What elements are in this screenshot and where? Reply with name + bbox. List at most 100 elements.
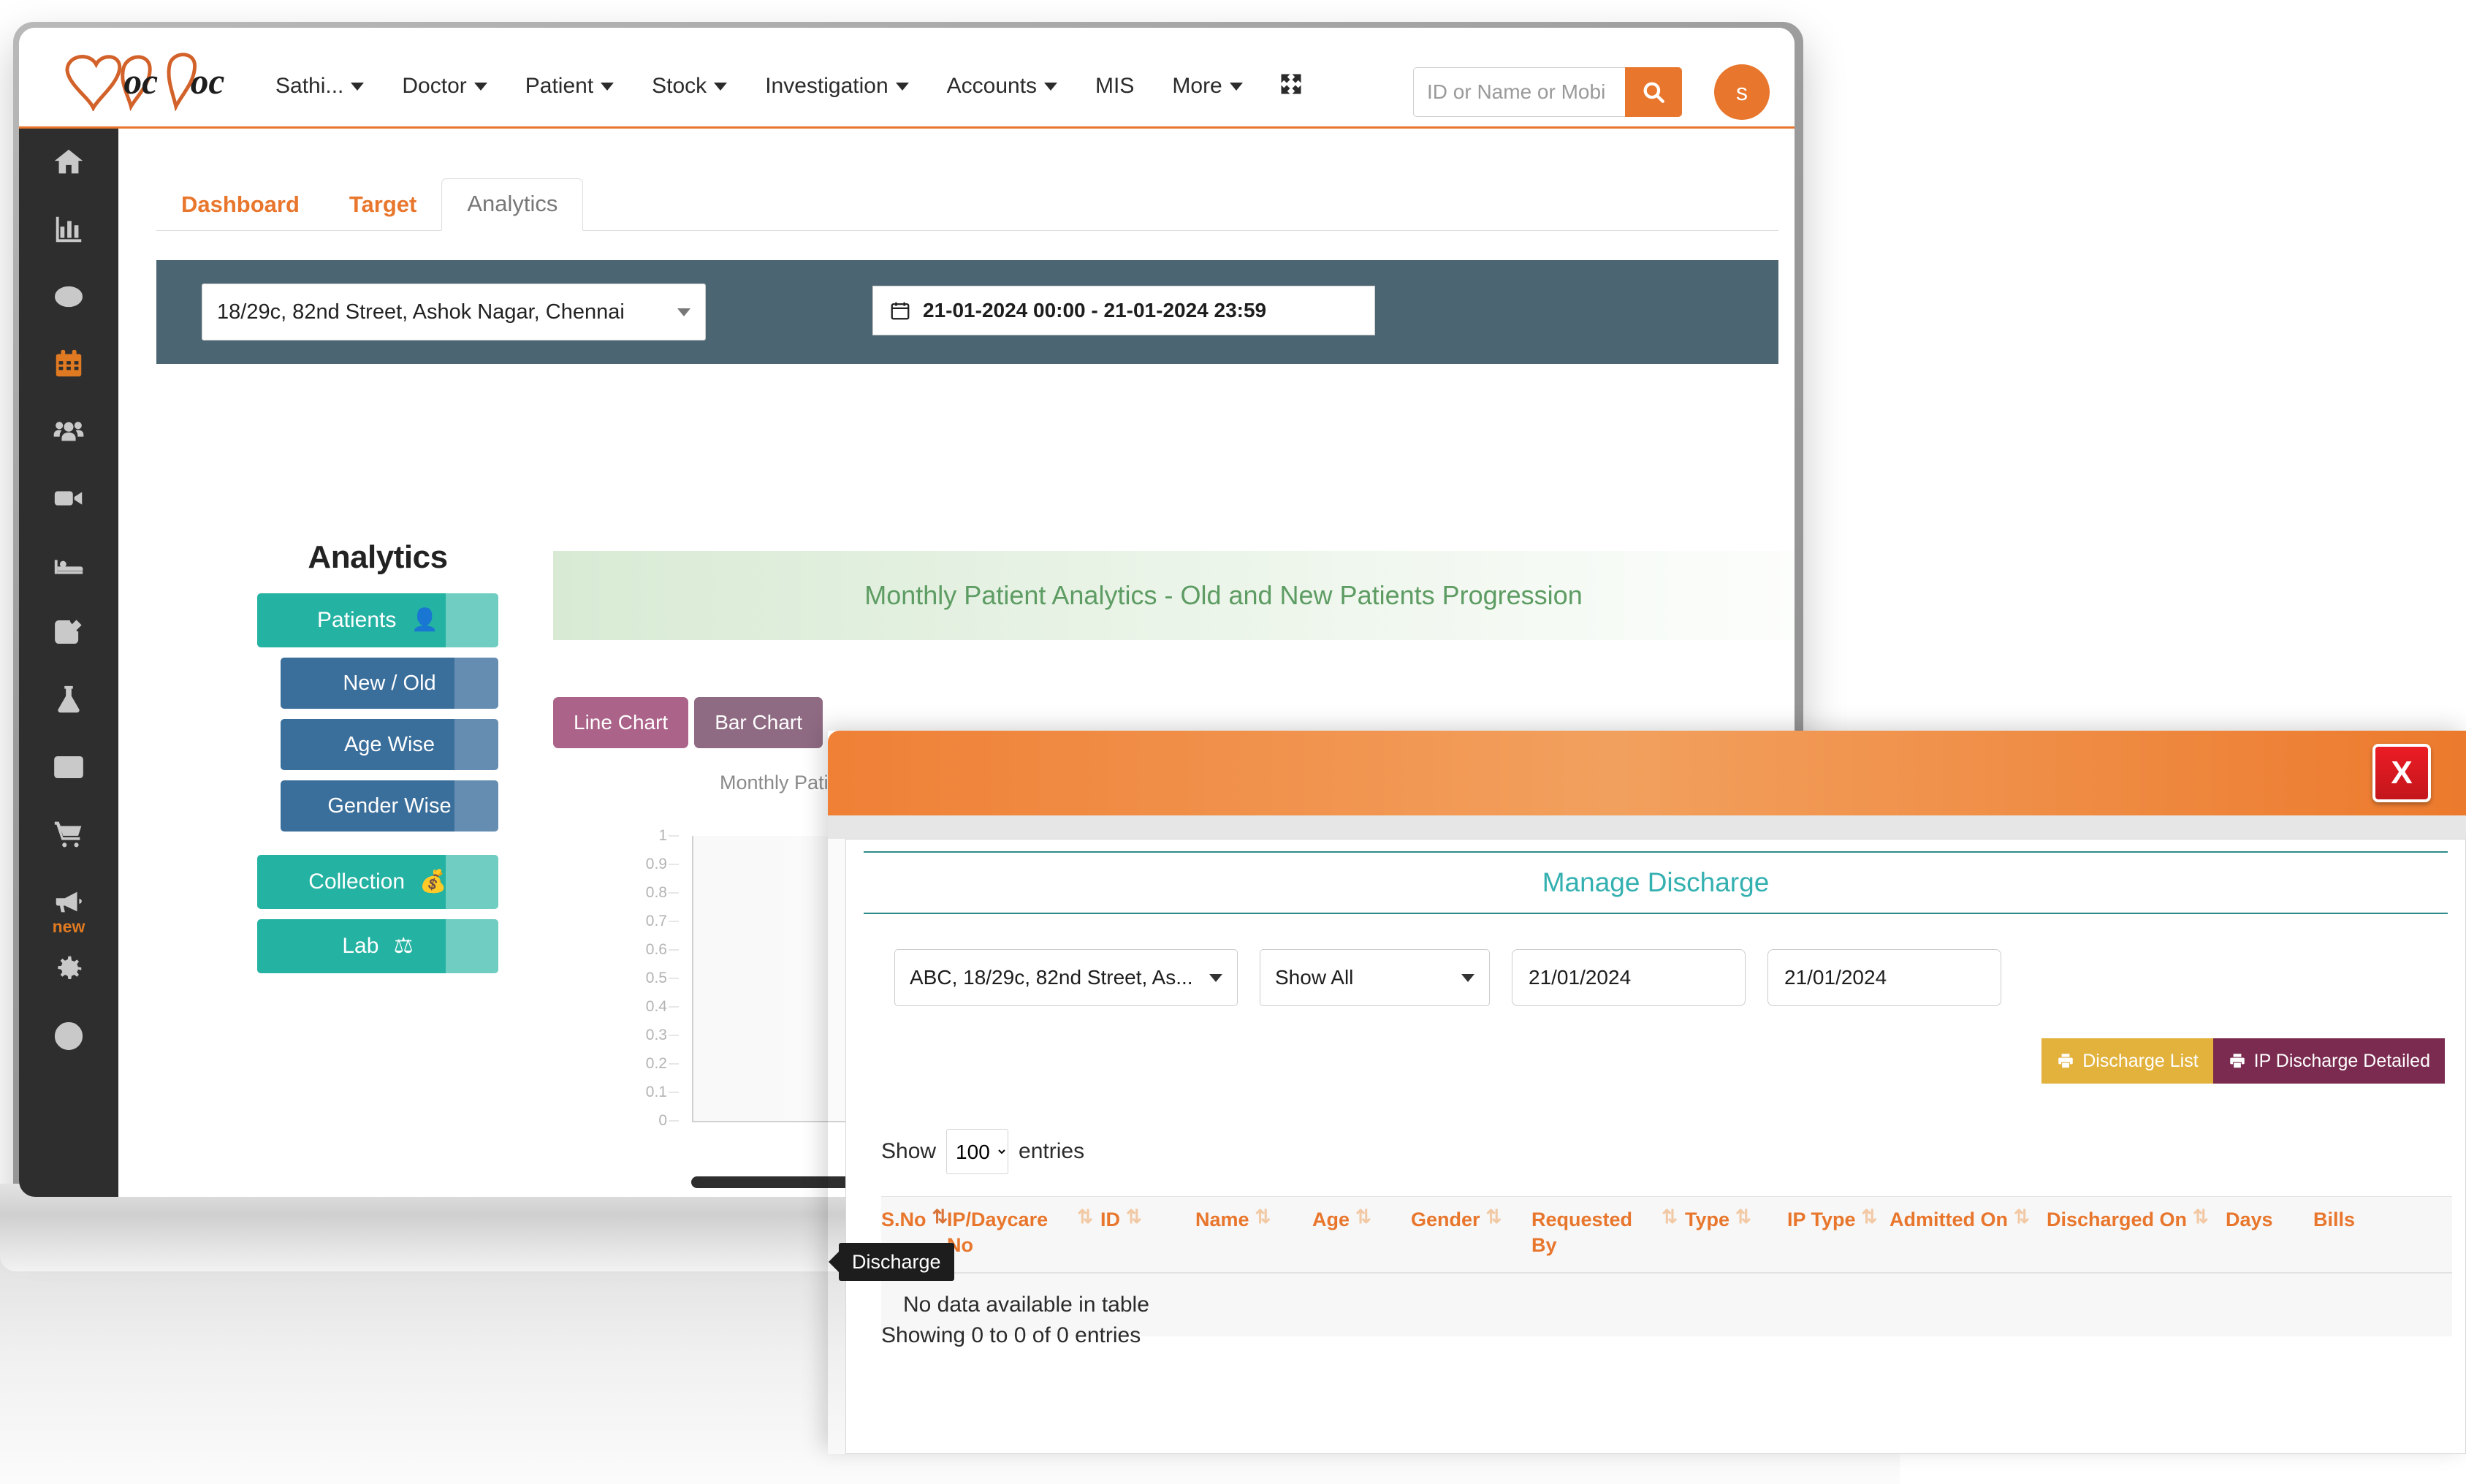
tab-target[interactable]: Target (324, 180, 441, 231)
nav-item-investigation[interactable]: Investigation (746, 74, 927, 99)
nav-item-mis[interactable]: MIS (1076, 74, 1153, 99)
rail-item-home[interactable] (19, 129, 118, 196)
nav-item-stock[interactable]: Stock (633, 74, 746, 99)
analytics-group-label: Collection (308, 870, 406, 894)
th-bills[interactable]: Bills (2313, 1197, 2394, 1272)
rail-badge-new: new (52, 917, 85, 936)
rail-item-pharmacy[interactable] (19, 801, 118, 868)
analytics-item-age-wise[interactable]: Age Wise (281, 719, 498, 770)
chevron-down-icon (351, 82, 365, 91)
nav-item-more[interactable]: More (1153, 74, 1261, 99)
y-tick: 0.2 (645, 1055, 667, 1072)
th-id[interactable]: ID ⇅ (1100, 1197, 1195, 1272)
nav-item-doctor[interactable]: Doctor (383, 74, 506, 99)
search-input[interactable] (1413, 67, 1625, 117)
chevron-down-icon (473, 82, 487, 91)
rail-item-gallery[interactable] (19, 734, 118, 801)
bar-chart-button[interactable]: Bar Chart (694, 697, 823, 748)
screenshot-root: oc oc Sathi... Doctor Patient Stock Inve… (0, 0, 2466, 1484)
analytics-group-lab[interactable]: Lab ⚖ (257, 919, 498, 973)
entries-per-page-select[interactable]: 10 25 50 100 (946, 1129, 1009, 1174)
date-range-picker[interactable]: 21-01-2024 00:00 - 21-01-2024 23:59 (872, 286, 1375, 335)
modal-title: Manage Discharge (864, 851, 2448, 914)
fullscreen-icon[interactable] (1278, 71, 1304, 102)
rail-item-lab[interactable] (19, 666, 118, 734)
location-select[interactable]: 18/29c, 82nd Street, Ashok Nagar, Chenna… (202, 284, 706, 340)
nav-item-accounts[interactable]: Accounts (928, 74, 1076, 99)
rail-item-notes[interactable] (19, 599, 118, 666)
sort-icon: ⇅ (1861, 1206, 1878, 1228)
tab-analytics[interactable]: Analytics (441, 178, 584, 231)
chevron-down-icon (1461, 973, 1474, 982)
th-days[interactable]: Days (2226, 1197, 2313, 1272)
tab-underline (156, 230, 1778, 231)
piggy-bank-icon: 💰 (419, 870, 447, 894)
th-label: IP/Daycare No (947, 1209, 1049, 1256)
th-name[interactable]: Name ⇅ (1195, 1197, 1312, 1272)
th-admitted-on[interactable]: Admitted On ⇅ (1890, 1197, 2047, 1272)
nav-item-sathi[interactable]: Sathi... (256, 74, 383, 99)
rail-item-beds[interactable] (19, 532, 118, 599)
left-rail: new (19, 129, 118, 1197)
th-gender[interactable]: Gender ⇅ (1411, 1197, 1531, 1272)
modal-from-date[interactable]: 21/01/2024 (1512, 949, 1746, 1006)
discharge-list-button[interactable]: Discharge List (2041, 1038, 2213, 1084)
rail-item-patients[interactable] (19, 397, 118, 465)
th-label: IP Type (1787, 1209, 1856, 1230)
sort-icon: ⇅ (2193, 1206, 2209, 1228)
calendar-icon (56, 349, 82, 377)
th-ip-daycare-no[interactable]: IP/Daycare No ⇅ (947, 1197, 1100, 1272)
filter-bar: 18/29c, 82nd Street, Ashok Nagar, Chenna… (156, 260, 1778, 364)
table-header-row: S.No ⇅ IP/Daycare No ⇅ ID ⇅ Name ⇅ Age ⇅ Gend… (881, 1196, 2452, 1274)
location-value: 18/29c, 82nd Street, Ashok Nagar, Chenna… (217, 300, 625, 324)
home-icon (54, 149, 83, 174)
modal-location-select[interactable]: ABC, 18/29c, 82nd Street, As... (894, 949, 1238, 1006)
th-age[interactable]: Age ⇅ (1312, 1197, 1411, 1272)
th-requested-by[interactable]: Requested By ⇅ (1531, 1197, 1685, 1272)
lifebuoy-icon (54, 1021, 83, 1051)
sort-icon: ⇅ (932, 1206, 948, 1228)
sort-icon: ⇅ (1662, 1206, 1678, 1228)
rail-item-support[interactable] (19, 1002, 118, 1070)
chevron-down-icon (677, 308, 690, 316)
image-icon (54, 756, 83, 779)
mocdoc-logo[interactable]: oc oc (61, 45, 250, 113)
nav-item-patient[interactable]: Patient (506, 74, 633, 99)
rail-item-campaigns[interactable]: new (19, 868, 118, 936)
rail-item-video[interactable] (19, 465, 118, 532)
close-icon[interactable]: X (2372, 744, 2431, 802)
chevron-down-icon (714, 82, 728, 91)
th-label: Gender (1411, 1209, 1480, 1230)
rail-item-reports[interactable] (19, 196, 118, 263)
page-tabs: Dashboard Target Analytics (156, 168, 584, 231)
rail-item-settings[interactable] (19, 935, 118, 1002)
chart-type-buttons: Line Chart Bar Chart (553, 697, 823, 748)
th-discharged-on[interactable]: Discharged On ⇅ (2047, 1197, 2226, 1272)
target-icon (55, 286, 83, 308)
th-type[interactable]: Type ⇅ (1685, 1197, 1787, 1272)
th-label: Requested By (1531, 1209, 1633, 1256)
modal-header-divider (828, 815, 2466, 839)
modal-to-date[interactable]: 21/01/2024 (1767, 949, 2001, 1006)
line-chart-button[interactable]: Line Chart (553, 697, 689, 748)
discharge-tooltip: Discharge (839, 1243, 954, 1281)
th-ip-type[interactable]: IP Type ⇅ (1787, 1197, 1890, 1272)
analytics-group-collection[interactable]: Collection 💰 (257, 855, 498, 909)
search-button[interactable] (1625, 67, 1682, 117)
tab-dashboard[interactable]: Dashboard (156, 180, 324, 231)
analytics-item-gender-wise[interactable]: Gender Wise (281, 780, 498, 832)
avatar[interactable]: s (1714, 64, 1770, 120)
sort-icon: ⇅ (1077, 1206, 1093, 1228)
analytics-item-new-old[interactable]: New / Old (281, 658, 498, 709)
rail-item-target[interactable] (19, 263, 118, 330)
analytics-panel: Analytics Patients 👤 New / Old Age Wise … (257, 539, 498, 983)
analytics-group-patients[interactable]: Patients 👤 (257, 593, 498, 647)
nav-label: Stock (652, 74, 707, 98)
flask-icon (58, 685, 80, 713)
y-tick: 0.8 (645, 884, 667, 901)
rail-item-appointments[interactable] (19, 330, 118, 397)
ip-discharge-detailed-button[interactable]: IP Discharge Detailed (2212, 1038, 2445, 1084)
modal-status-select[interactable]: Show All (1260, 949, 1490, 1006)
megaphone-icon (56, 891, 82, 913)
th-label: Days (2226, 1209, 2273, 1230)
